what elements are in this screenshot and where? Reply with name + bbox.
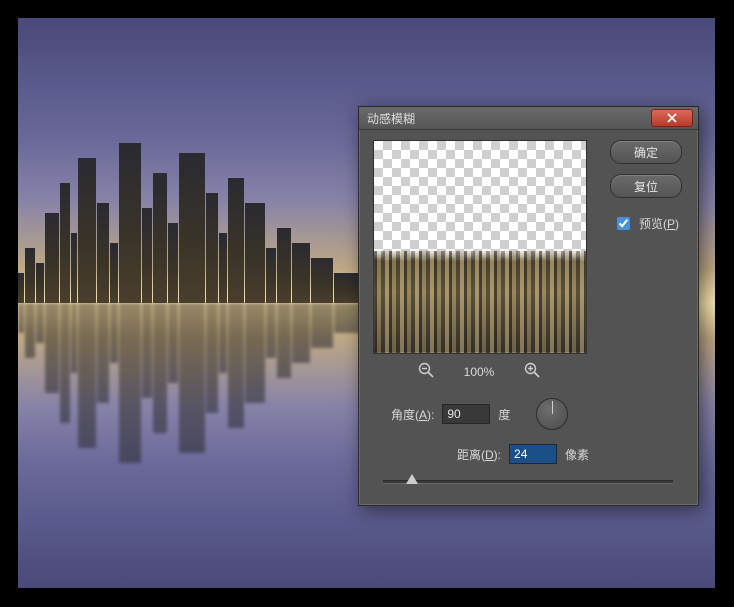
angle-unit: 度 [498, 406, 510, 423]
zoom-out-button[interactable] [416, 360, 436, 383]
angle-label: 角度(A): [391, 406, 434, 423]
preview-label: 预览(P) [639, 215, 679, 232]
distance-input[interactable] [509, 444, 557, 464]
slider-thumb[interactable] [406, 474, 418, 484]
reset-button[interactable]: 复位 [610, 174, 682, 198]
reset-label: 复位 [634, 178, 658, 195]
zoom-percentage: 100% [464, 365, 495, 379]
zoom-out-icon [418, 362, 434, 378]
dialog-titlebar[interactable]: 动感模糊 [359, 107, 698, 130]
angle-input[interactable] [442, 404, 490, 424]
distance-slider[interactable] [383, 474, 673, 488]
ok-button[interactable]: 确定 [610, 140, 682, 164]
zoom-in-button[interactable] [522, 360, 542, 383]
preview-blur-streaks [374, 251, 586, 353]
distance-unit: 像素 [565, 446, 589, 463]
preview-checkbox-row[interactable]: 预览(P) [613, 214, 679, 233]
motion-blur-dialog: 动感模糊 100% 确定 复位 预览(P) [358, 106, 699, 506]
preview-thumbnail[interactable] [373, 140, 587, 354]
close-button[interactable] [651, 109, 693, 127]
close-icon [667, 113, 677, 123]
slider-track [383, 480, 673, 484]
zoom-in-icon [524, 362, 540, 378]
ok-label: 确定 [634, 144, 658, 161]
preview-checkbox[interactable] [617, 217, 630, 230]
dialog-title: 动感模糊 [367, 110, 415, 127]
angle-dial[interactable] [536, 398, 568, 430]
distance-label: 距离(D): [457, 446, 501, 463]
